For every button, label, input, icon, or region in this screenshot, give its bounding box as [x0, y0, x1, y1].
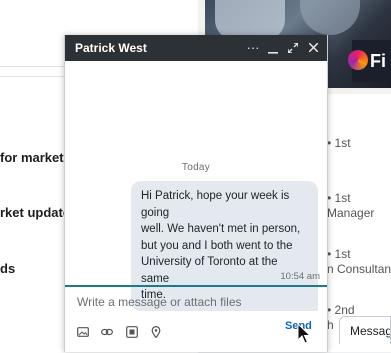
compose-toolbar: [77, 322, 170, 339]
feed-item-title-1[interactable]: for markets: [0, 150, 71, 165]
minimize-icon[interactable]: [265, 39, 281, 57]
connection-headline: h: [327, 318, 334, 332]
close-icon[interactable]: [305, 39, 321, 57]
link-icon[interactable]: [101, 325, 114, 337]
message-timestamp: 10:54 am: [280, 271, 320, 282]
connection-degree: • 1st: [327, 247, 351, 261]
chat-window: Patrick West ··· Today Hi Patrick, hope …: [64, 35, 328, 352]
mouse-cursor-icon: [297, 323, 312, 344]
connection-headline: Manager: [327, 206, 375, 220]
messaging-tab[interactable]: Messagi: [339, 316, 391, 344]
image-icon[interactable]: [77, 325, 89, 337]
connection-headline: n Consultant: [327, 262, 391, 276]
connection-degree: • 1st: [327, 136, 351, 150]
location-icon[interactable]: [150, 325, 162, 339]
message-line: Hi Patrick, hope your week is going: [141, 190, 290, 219]
logo-text: Fi: [370, 51, 386, 71]
expand-icon[interactable]: [285, 39, 301, 57]
connection-degree: • 1st: [327, 191, 351, 205]
logo-mark-icon: [348, 50, 368, 70]
connection-degree: • 2nd: [327, 303, 355, 317]
message-line: well. We haven't met in person,: [141, 223, 301, 235]
photo-figure: [215, 0, 285, 40]
feed-item-title-3[interactable]: ds: [0, 261, 15, 276]
message-line: but you and I both went to the: [141, 239, 293, 252]
message-input[interactable]: Write a message or attach files: [77, 295, 242, 309]
chat-header[interactable]: Patrick West ···: [65, 35, 327, 61]
chat-title[interactable]: Patrick West: [75, 41, 147, 55]
message-bubble[interactable]: Hi Patrick, hope your week is going well…: [131, 181, 318, 311]
brand-logo: Fi: [348, 40, 391, 82]
photo-figure: [300, 0, 360, 35]
message-thread[interactable]: Today Hi Patrick, hope your week is goin…: [65, 61, 327, 311]
more-options-icon[interactable]: ···: [245, 39, 261, 57]
gif-icon[interactable]: [126, 325, 138, 338]
feed-item-title-2[interactable]: rket update: [0, 205, 70, 220]
compose-divider: [65, 285, 327, 287]
date-separator: Today: [181, 162, 211, 173]
